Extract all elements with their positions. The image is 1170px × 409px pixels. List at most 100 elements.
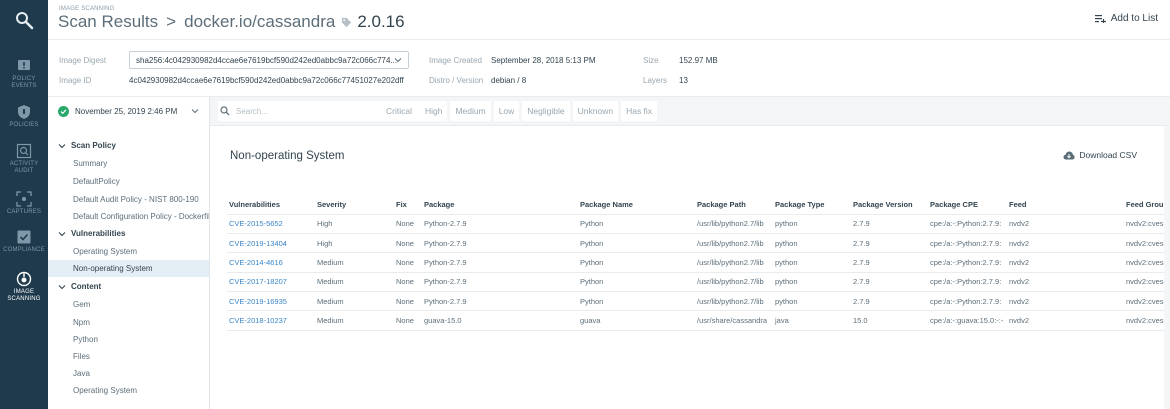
- column-header[interactable]: Feed: [1007, 195, 1124, 215]
- table-row: CVE-2015-5652 High None Python-2.7.9 Pyt…: [227, 214, 1170, 234]
- distro-value: debian / 8: [491, 76, 527, 85]
- filter-low[interactable]: Low: [493, 101, 520, 121]
- severity-cell: High: [315, 233, 394, 254]
- tree-section-scan-policy[interactable]: Scan Policy: [48, 137, 209, 154]
- list-add-icon: [1094, 15, 1106, 23]
- alert-icon: [18, 60, 30, 70]
- severity-cell: Medium: [315, 252, 394, 273]
- fix-cell: None: [394, 310, 422, 331]
- package-path-cell: /usr/share/cassandra: [695, 310, 773, 331]
- tree-item-summary[interactable]: Summary: [48, 155, 209, 172]
- tree-section-label: Vulnerabilities: [71, 229, 126, 238]
- filter-high[interactable]: High: [419, 101, 448, 121]
- filter-medium[interactable]: Medium: [450, 101, 491, 121]
- tree-item-default-policy[interactable]: DefaultPolicy: [48, 173, 209, 190]
- tree-section-vulnerabilities[interactable]: Vulnerabilities: [48, 225, 209, 242]
- breadcrumb: Scan Results > docker.io/cassandra 2.0.1…: [58, 12, 405, 32]
- tree-item-npm[interactable]: Npm: [48, 314, 209, 331]
- filter-has-fix[interactable]: Has fix: [621, 101, 658, 121]
- id-label: Image ID: [59, 76, 92, 85]
- column-header[interactable]: Package Name: [578, 195, 695, 215]
- severity-cell: High: [315, 214, 394, 234]
- package-cell: Python-2.7.9: [422, 252, 578, 273]
- nav-item-policies[interactable]: POLICIES: [0, 104, 48, 148]
- size-value: 152.97 MB: [679, 56, 718, 65]
- package-cpe-cell: cpe:/a:-:Python:2.7.9:: [928, 233, 1007, 254]
- column-header[interactable]: Vulnerabilities: [227, 195, 315, 215]
- column-header[interactable]: Package Version: [851, 195, 928, 215]
- tree-item-config-policy[interactable]: Default Configuration Policy - Dockerfil…: [48, 208, 209, 225]
- tree-item-files[interactable]: Files: [48, 348, 209, 365]
- layers-value: 13: [679, 76, 688, 85]
- distro-label: Distro / Version: [429, 76, 484, 85]
- package-cell: Python-2.7.9: [422, 272, 578, 293]
- package-cpe-cell: cpe:/a:-:Python:2.7.9:: [928, 272, 1007, 293]
- tree-item-java[interactable]: Java: [48, 365, 209, 382]
- tree-item-operating-system[interactable]: Operating System: [48, 243, 209, 260]
- scan-date-value: November 25, 2019 2:46 PM: [75, 107, 178, 116]
- fix-cell: None: [394, 233, 422, 254]
- panel-title: Non-operating System: [230, 150, 345, 162]
- download-csv-button[interactable]: Download CSV: [1063, 150, 1137, 160]
- package-path-cell: /usr/lib/python2.7/lib: [695, 272, 773, 293]
- breadcrumb-root[interactable]: Scan Results: [58, 12, 158, 32]
- package-cell: guava-15.0: [422, 310, 578, 331]
- cve-link[interactable]: CVE-2015-5652: [227, 214, 315, 234]
- package-cpe-cell: cpe:/a:-:guava:15.0:-:-: [928, 310, 1007, 331]
- package-type-cell: python: [773, 291, 851, 312]
- add-to-list-button[interactable]: Add to List: [1094, 13, 1158, 24]
- column-header[interactable]: Severity: [315, 195, 394, 215]
- tree-item-content-os[interactable]: Operating System: [48, 382, 209, 399]
- column-header[interactable]: Package Path: [695, 195, 773, 215]
- cve-link[interactable]: CVE-2014-4616: [227, 252, 315, 273]
- cve-link[interactable]: CVE-2018-10237: [227, 310, 315, 331]
- package-version-cell: 2.7.9: [851, 272, 928, 293]
- nav-item-activity-audit[interactable]: ACTIVITY AUDIT: [0, 143, 48, 187]
- download-csv-label: Download CSV: [1079, 150, 1137, 160]
- chevron-down-icon: [394, 58, 402, 63]
- search-placeholder: Search...: [236, 106, 269, 116]
- vertical-scrollbar[interactable]: [1164, 126, 1170, 409]
- table-row: CVE-2019-13404 High None Python-2.7.9 Py…: [227, 233, 1170, 254]
- cve-link[interactable]: CVE-2019-16935: [227, 291, 315, 312]
- tree-item-non-operating-system[interactable]: Non-operating System: [48, 260, 209, 277]
- nav-item-policy-events[interactable]: POLICY EVENTS: [0, 58, 48, 102]
- fix-cell: None: [394, 214, 422, 234]
- breadcrumb-separator: >: [166, 12, 177, 31]
- image-version: 2.0.16: [357, 12, 405, 31]
- nav-item-compliance[interactable]: COMPLIANCE: [0, 229, 48, 273]
- created-value: September 28, 2018 5:13 PM: [491, 56, 596, 65]
- severity-cell: Medium: [315, 272, 394, 293]
- column-header[interactable]: Package: [422, 195, 578, 215]
- column-header[interactable]: Package CPE: [928, 195, 1007, 215]
- package-name-cell: Python: [578, 214, 695, 234]
- package-name-cell: Python: [578, 291, 695, 312]
- column-header[interactable]: Fix: [394, 195, 422, 215]
- capture-icon: [16, 191, 32, 207]
- package-cpe-cell: cpe:/a:-:Python:2.7.9:: [928, 291, 1007, 312]
- tree-item-gem[interactable]: Gem: [48, 296, 209, 313]
- feed-cell: nvdv2: [1007, 214, 1124, 234]
- table-row: CVE-2018-10237 Medium None guava-15.0 gu…: [227, 310, 1170, 331]
- cve-link[interactable]: CVE-2019-13404: [227, 233, 315, 254]
- tree-item-audit-policy[interactable]: Default Audit Policy - NIST 800-190: [48, 191, 209, 208]
- logo-icon[interactable]: [0, 0, 48, 40]
- tree-item-python[interactable]: Python: [48, 331, 209, 348]
- nav-label: CAPTURES: [6, 209, 42, 215]
- nav-label: POLICIES: [9, 122, 39, 128]
- filter-critical[interactable]: Critical: [381, 101, 417, 121]
- scan-date-select[interactable]: November 25, 2019 2:46 PM: [48, 97, 210, 126]
- package-path-cell: /usr/lib/python2.7/lib: [695, 291, 773, 312]
- column-header[interactable]: Package Type: [773, 195, 851, 215]
- chevron-down-icon: [58, 143, 66, 148]
- filter-unknown[interactable]: Unknown: [572, 101, 619, 121]
- severity-filters: Critical High Medium Low Negligible Unkn…: [381, 101, 658, 121]
- tree-section-label: Scan Policy: [71, 141, 116, 150]
- nav-item-image-scanning[interactable]: IMAGE SCANNING: [0, 271, 48, 315]
- shield-icon: [18, 105, 30, 119]
- table-row: CVE-2019-16935 Medium None Python-2.7.9 …: [227, 291, 1170, 312]
- tree-section-content[interactable]: Content: [48, 278, 209, 295]
- filter-negligible[interactable]: Negligible: [522, 101, 570, 121]
- digest-select[interactable]: sha256:4c042930982d4ccae6e7619bcf590d242…: [129, 51, 409, 69]
- cve-link[interactable]: CVE-2017-18207: [227, 272, 315, 293]
